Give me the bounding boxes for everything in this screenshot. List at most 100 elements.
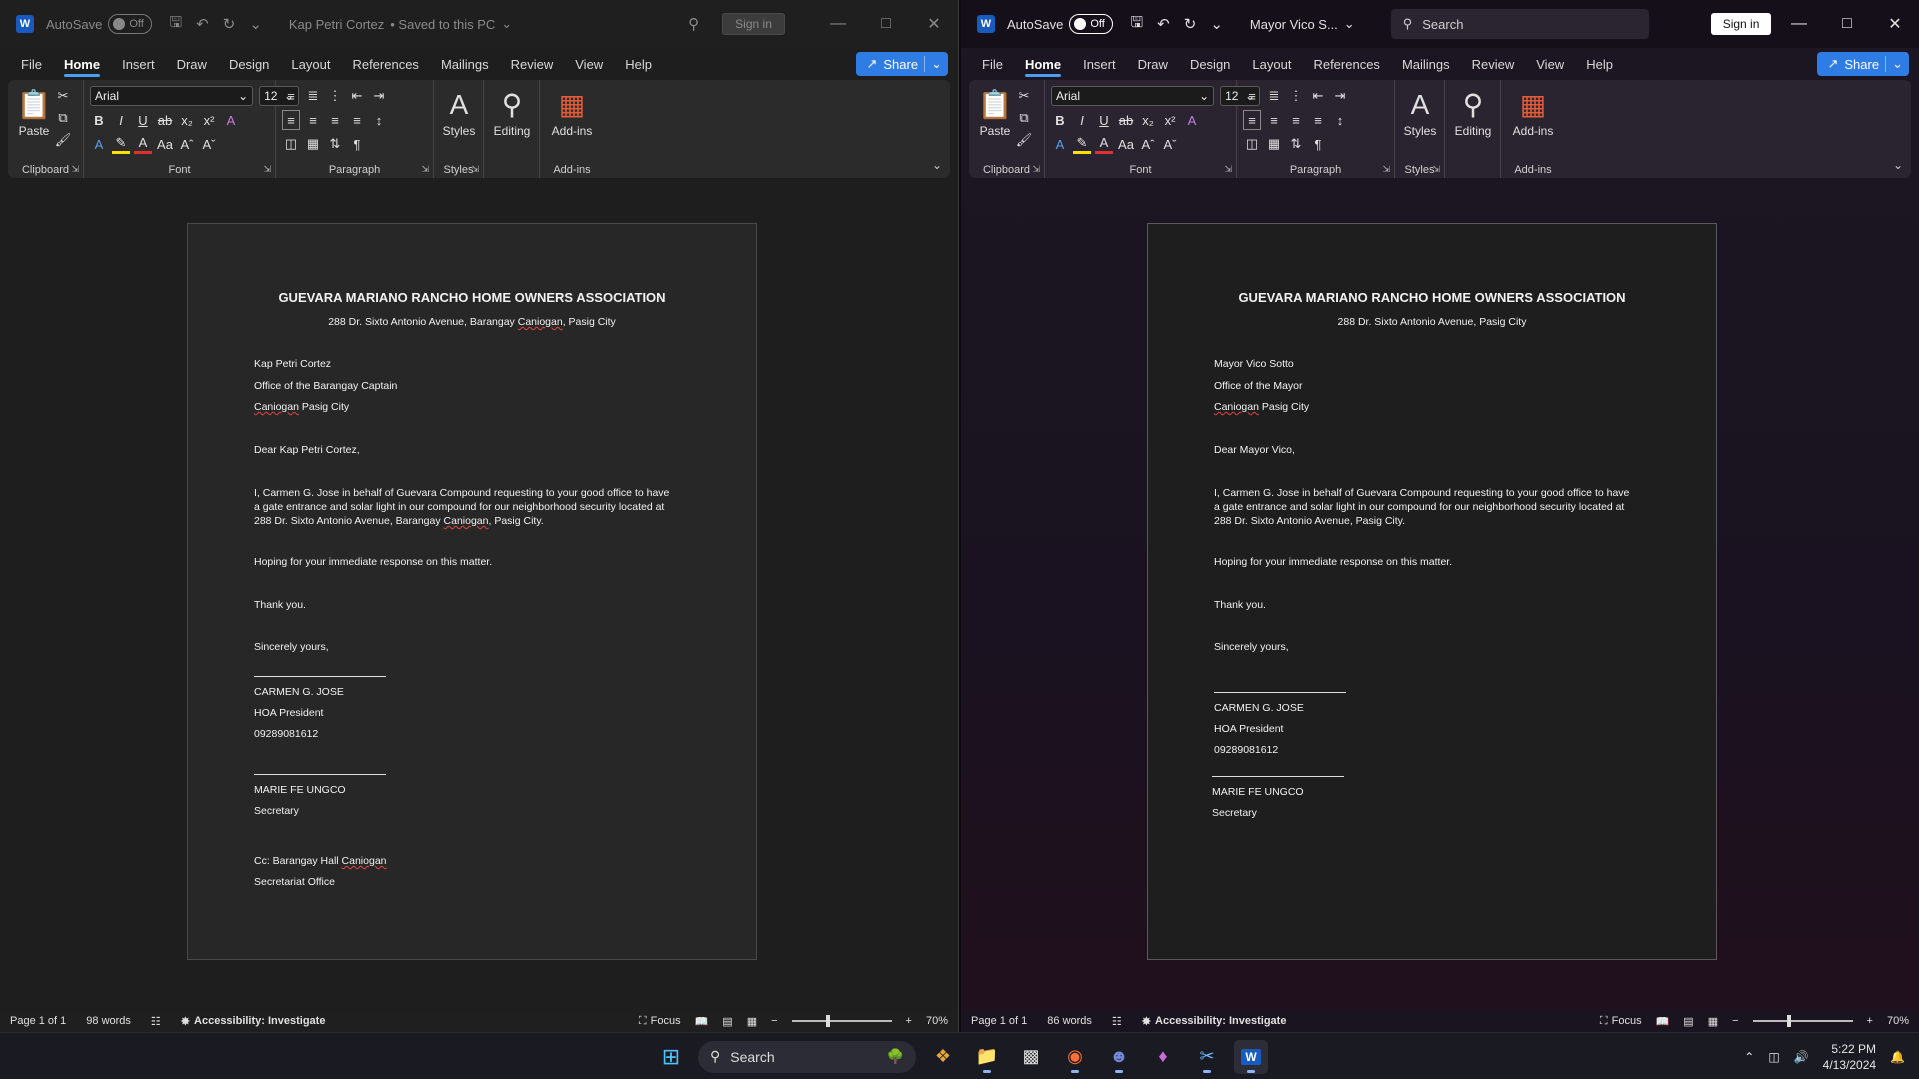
tab-help[interactable]: Help [614,48,663,80]
document-page[interactable]: GUEVARA MARIANO RANCHO HOME OWNERS ASSOC… [1147,223,1717,960]
highlight-icon[interactable]: ✎ [1073,134,1091,154]
collapse-ribbon-icon[interactable]: ⌄ [932,158,942,172]
cut-icon[interactable]: ✂ [1015,86,1033,106]
decrease-indent-icon[interactable]: ⇤ [1309,86,1327,106]
save-icon[interactable]: 🖫 [169,12,182,37]
clock[interactable]: 5:22 PM 4/13/2024 [1823,1041,1876,1073]
tab-layout[interactable]: Layout [1241,48,1302,80]
font-name-select[interactable]: Arial ⌄ [90,86,254,106]
minimize-icon[interactable]: — [1775,0,1823,48]
align-center-icon[interactable]: ≡ [304,110,322,130]
text-effects-icon[interactable]: A [1051,134,1069,154]
bold-icon[interactable]: B [90,110,108,130]
shading-icon[interactable]: ◫ [1243,134,1261,154]
autosave[interactable]: AutoSave Off [1007,14,1114,34]
search-input[interactable]: ⚲ Search [1390,9,1649,39]
addins-button[interactable]: ▦ Add-ins [1507,84,1559,139]
editing-button[interactable]: ⚲ Editing [1451,84,1495,139]
notification-bell-icon[interactable]: 🔔 [1890,1050,1905,1064]
font-color-icon[interactable]: A [134,134,152,154]
volume-icon[interactable]: 🔊 [1794,1050,1809,1064]
autosave-toggle[interactable]: Off [108,14,153,34]
multilevel-list-icon[interactable]: ⋮ [326,86,344,106]
terminal-icon[interactable]: ▩ [1014,1040,1048,1074]
numbering-icon[interactable]: ≣ [304,86,322,106]
tab-help[interactable]: Help [1575,48,1624,80]
shading-icon[interactable]: ◫ [282,134,300,154]
align-right-icon[interactable]: ≡ [1287,110,1305,130]
tab-mailings[interactable]: Mailings [430,48,500,80]
chevron-down-icon[interactable]: ⌄ [1892,56,1903,72]
chevron-up-icon[interactable]: ⌃ [1744,1050,1754,1064]
web-layout-icon[interactable]: ▦ [747,1015,757,1028]
accessibility-status[interactable]: ✸ Accessibility: Investigate [1142,1015,1287,1028]
underline-icon[interactable]: U [1095,110,1113,130]
close-icon[interactable]: ✕ [1871,0,1919,48]
zoom-level[interactable]: 70% [1887,1015,1909,1027]
borders-icon[interactable]: ▦ [1265,134,1283,154]
maximize-icon[interactable]: □ [862,0,910,48]
print-layout-icon[interactable]: ▤ [722,1015,732,1028]
align-center-icon[interactable]: ≡ [1265,110,1283,130]
close-icon[interactable]: ✕ [910,0,958,48]
copilot-icon[interactable]: ❖ [926,1040,960,1074]
document-title[interactable]: Mayor Vico S... ⌄ [1250,16,1355,32]
tab-design[interactable]: Design [218,48,280,80]
tab-review[interactable]: Review [500,48,565,80]
font-color-icon[interactable]: A [1095,134,1113,154]
zoom-thumb[interactable] [825,1015,830,1027]
shrink-font-icon[interactable]: Aˇ [200,134,218,154]
shrink-font-icon[interactable]: Aˇ [1161,134,1179,154]
multilevel-list-icon[interactable]: ⋮ [1287,86,1305,106]
underline-icon[interactable]: U [134,110,152,130]
superscript-icon[interactable]: x² [200,110,218,130]
numbering-icon[interactable]: ≣ [1265,86,1283,106]
editing-button[interactable]: ⚲ Editing [490,84,534,139]
cut-icon[interactable]: ✂ [54,86,72,106]
collapse-ribbon-icon[interactable]: ⌄ [1893,158,1903,172]
justify-icon[interactable]: ≡ [1309,110,1327,130]
autosave-toggle[interactable]: Off [1069,14,1114,34]
zoom-out-icon[interactable]: − [1732,1015,1738,1027]
zoom-in-icon[interactable]: + [1867,1015,1873,1027]
undo-icon[interactable]: ↶ [196,15,209,33]
tab-review[interactable]: Review [1461,48,1526,80]
sort-icon[interactable]: ⇅ [326,134,344,154]
dialog-launcher-icon[interactable]: ⇲ [1224,164,1232,175]
taskbar-search[interactable]: ⚲ Search 🌳 [698,1040,916,1073]
maximize-icon[interactable]: □ [1823,0,1871,48]
align-left-icon[interactable]: ≡ [282,110,300,130]
tab-insert[interactable]: Insert [111,48,166,80]
proofing-icon[interactable]: ☷ [1112,1015,1122,1028]
pilcrow-icon[interactable]: ¶ [348,134,366,154]
focus-button[interactable]: ⛶ Focus [1600,1015,1642,1028]
grow-font-icon[interactable]: Aˆ [178,134,196,154]
zoom-level[interactable]: 70% [926,1015,948,1027]
customize-qat-icon[interactable]: ⌄ [1210,15,1223,33]
accessibility-status[interactable]: ✸ Accessibility: Investigate [181,1015,326,1028]
tab-design[interactable]: Design [1179,48,1241,80]
document-canvas[interactable]: GUEVARA MARIANO RANCHO HOME OWNERS ASSOC… [0,178,958,1010]
proofing-icon[interactable]: ☷ [151,1015,161,1028]
tab-home[interactable]: Home [1014,48,1072,80]
sign-in-button[interactable]: Sign in [722,13,785,35]
pilcrow-icon[interactable]: ¶ [1309,134,1327,154]
font-name-select[interactable]: Arial ⌄ [1051,86,1215,106]
tab-draw[interactable]: Draw [1127,48,1179,80]
tab-view[interactable]: View [1525,48,1575,80]
read-mode-icon[interactable]: 📖 [1656,1015,1670,1028]
dialog-launcher-icon[interactable]: ⇲ [71,164,79,175]
superscript-icon[interactable]: x² [1161,110,1179,130]
document-canvas[interactable]: GUEVARA MARIANO RANCHO HOME OWNERS ASSOC… [961,178,1919,1010]
tab-references[interactable]: References [341,48,429,80]
change-case-icon[interactable]: Aa [156,134,174,154]
page-count[interactable]: Page 1 of 1 [10,1015,66,1027]
styles-button[interactable]: A Styles [1401,84,1439,139]
align-left-icon[interactable]: ≡ [1243,110,1261,130]
share-button[interactable]: ↗ Share ⌄ [1817,52,1909,76]
tab-references[interactable]: References [1302,48,1390,80]
paste-button[interactable]: 📋 Paste [975,84,1015,160]
app-icon[interactable]: ♦ [1146,1040,1180,1074]
tab-mailings[interactable]: Mailings [1391,48,1461,80]
tab-home[interactable]: Home [53,48,111,80]
